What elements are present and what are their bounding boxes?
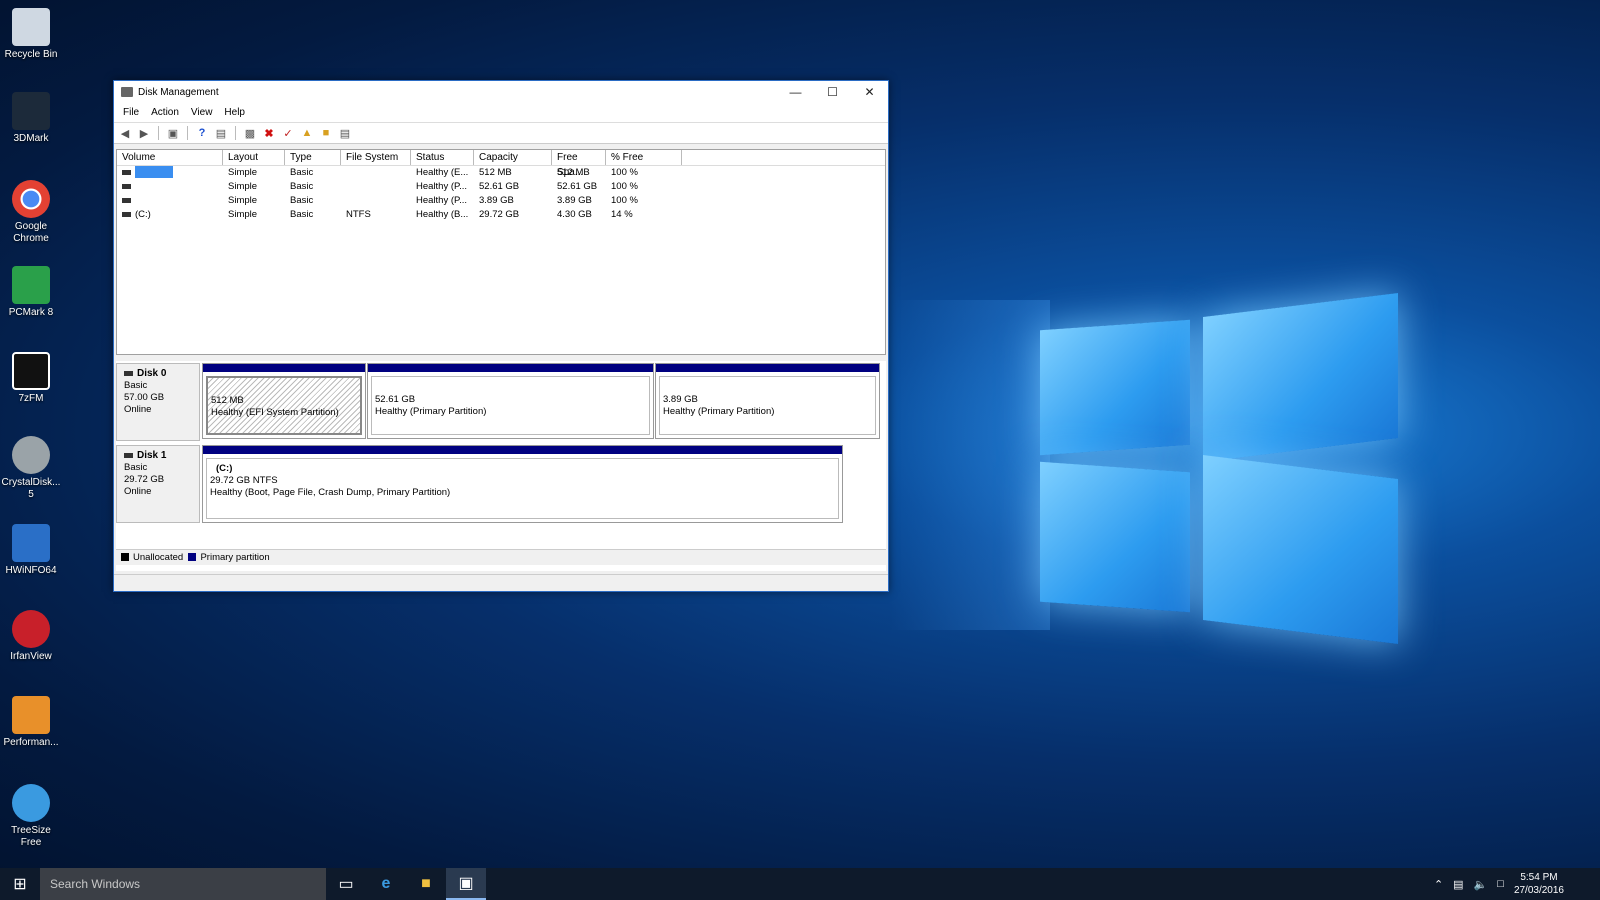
partition-c-drive[interactable]: (C:) 29.72 GB NTFS Healthy (Boot, Page F… (202, 445, 843, 523)
primary-swatch (188, 553, 197, 562)
menu-bar: File Action View Help (114, 103, 888, 122)
menu-action[interactable]: Action (145, 107, 185, 118)
show-hide-console-icon[interactable]: ▣ (165, 125, 181, 141)
volume-icon (122, 197, 131, 203)
col-type[interactable]: Type (285, 150, 341, 165)
network-icon[interactable]: ▤ (1453, 878, 1463, 891)
partition-bar (203, 364, 365, 372)
chevron-up-icon[interactable]: ⌃ (1434, 878, 1443, 891)
pcmark-icon (12, 266, 50, 304)
legend: Unallocated Primary partition (116, 549, 886, 565)
partition-primary-1[interactable]: 52.61 GB Healthy (Primary Partition) (367, 363, 654, 439)
desktop-icon-pcmark[interactable]: PCMark 8 (0, 266, 62, 319)
delete-icon[interactable]: ✖ (261, 125, 277, 141)
table-row[interactable]: Simple Basic Healthy (P... 52.61 GB 52.6… (117, 180, 885, 194)
taskbar: ⊞ Search Windows ▭ e ■ ▣ ⌃ ▤ 🔈 □ 5:54 PM… (0, 868, 1600, 900)
volume-icon[interactable]: 🔈 (1474, 878, 1488, 891)
table-row[interactable]: Simple Basic Healthy (P... 3.89 GB 3.89 … (117, 194, 885, 208)
check-icon[interactable]: ✓ (280, 125, 296, 141)
search-box[interactable]: Search Windows (40, 868, 326, 900)
table-row[interactable]: Simple Basic Healthy (E... 512 MB 512 MB… (117, 166, 885, 180)
performance-icon (12, 696, 50, 734)
connect-icon[interactable]: ▩ (242, 125, 258, 141)
action-center-icon[interactable]: □ (1497, 878, 1504, 890)
desktop-icon-crystaldisk[interactable]: CrystalDisk... 5 (0, 436, 62, 501)
col-layout[interactable]: Layout (223, 150, 285, 165)
properties-icon[interactable]: ▤ (213, 125, 229, 141)
windows-logo-wallpaper (1040, 280, 1420, 644)
unallocated-swatch (121, 553, 129, 562)
desktop-icon-performance[interactable]: Performan... (0, 696, 62, 749)
file-explorer-icon[interactable]: ■ (406, 868, 446, 900)
col-percent-free[interactable]: % Free (606, 150, 682, 165)
system-tray: ⌃ ▤ 🔈 □ 5:54 PM 27/03/2016 (1434, 868, 1564, 900)
desktop-icon-recycle-bin[interactable]: Recycle Bin (0, 8, 62, 61)
back-icon[interactable]: ◀ (117, 125, 133, 141)
irfanview-icon (12, 610, 50, 648)
windows-icon: ⊞ (13, 876, 27, 893)
col-volume[interactable]: Volume (117, 150, 223, 165)
disk-graph-view: Disk 0 Basic 57.00 GB Online 512 MB Heal… (116, 361, 886, 571)
col-status[interactable]: Status (411, 150, 474, 165)
minimize-button[interactable]: — (777, 81, 814, 103)
crystaldisk-icon (12, 436, 50, 474)
disk-icon (124, 452, 133, 458)
volume-list[interactable]: Volume Layout Type File System Status Ca… (116, 149, 886, 355)
toolbar: ◀ ▶ ▣ ? ▤ ▩ ✖ ✓ ▲ ■ ▤ (114, 122, 888, 144)
disk-icon (124, 370, 133, 376)
window-title: Disk Management (138, 86, 219, 98)
partition-primary-2[interactable]: 3.89 GB Healthy (Primary Partition) (655, 363, 880, 439)
light-beam (890, 300, 1050, 630)
help-icon[interactable]: ? (194, 125, 210, 141)
desktop-icon-7zfm[interactable]: 7zFM (0, 352, 62, 405)
folder-up-icon[interactable]: ▲ (299, 125, 315, 141)
col-filesystem[interactable]: File System (341, 150, 411, 165)
7zip-icon (12, 352, 50, 390)
partition-efi[interactable]: 512 MB Healthy (EFI System Partition) (202, 363, 366, 439)
menu-help[interactable]: Help (218, 107, 251, 118)
volume-icon (122, 169, 131, 175)
title-bar[interactable]: Disk Management — ☐ ✕ (114, 81, 888, 103)
treesize-icon (12, 784, 50, 822)
desktop-icon-3dmark[interactable]: 3DMark (0, 92, 62, 145)
hwinfo-icon (12, 524, 50, 562)
status-bar (114, 574, 888, 591)
partition-bar (656, 364, 879, 372)
disk-management-icon (121, 87, 133, 97)
col-capacity[interactable]: Capacity (474, 150, 552, 165)
disk-management-taskbar-icon[interactable]: ▣ (446, 868, 486, 900)
toolbar-separator (158, 126, 159, 140)
partition-bar (368, 364, 653, 372)
close-button[interactable]: ✕ (851, 81, 888, 103)
partition-bar (203, 446, 842, 454)
forward-icon[interactable]: ▶ (136, 125, 152, 141)
start-button[interactable]: ⊞ (0, 868, 40, 900)
chrome-icon (12, 180, 50, 218)
disk-management-window: Disk Management — ☐ ✕ File Action View H… (113, 80, 889, 592)
recycle-bin-icon (12, 8, 50, 46)
disk-1-label[interactable]: Disk 1 Basic 29.72 GB Online (116, 445, 200, 523)
maximize-button[interactable]: ☐ (814, 81, 851, 103)
menu-file[interactable]: File (117, 107, 145, 118)
3dmark-icon (12, 92, 50, 130)
desktop-icon-treesize[interactable]: TreeSize Free (0, 784, 62, 849)
edge-icon[interactable]: e (366, 868, 406, 900)
list-icon[interactable]: ▤ (337, 125, 353, 141)
task-view-icon[interactable]: ▭ (326, 868, 366, 900)
clock[interactable]: 5:54 PM 27/03/2016 (1514, 871, 1564, 897)
menu-view[interactable]: View (185, 107, 219, 118)
volume-icon (122, 183, 131, 189)
desktop-icon-irfanview[interactable]: IrfanView (0, 610, 62, 663)
desktop-icon-chrome[interactable]: Google Chrome (0, 180, 62, 245)
table-row[interactable]: (C:) Simple Basic NTFS Healthy (B... 29.… (117, 208, 885, 222)
disk-0-label[interactable]: Disk 0 Basic 57.00 GB Online (116, 363, 200, 441)
toolbar-separator (235, 126, 236, 140)
col-free-space[interactable]: Free Spa... (552, 150, 606, 178)
toolbar-separator (187, 126, 188, 140)
desktop-icon-hwinfo[interactable]: HWiNFO64 (0, 524, 62, 577)
volume-icon (122, 211, 131, 217)
selected-volume-name (135, 166, 173, 179)
folder-search-icon[interactable]: ■ (318, 125, 334, 141)
volume-list-header: Volume Layout Type File System Status Ca… (117, 150, 885, 178)
